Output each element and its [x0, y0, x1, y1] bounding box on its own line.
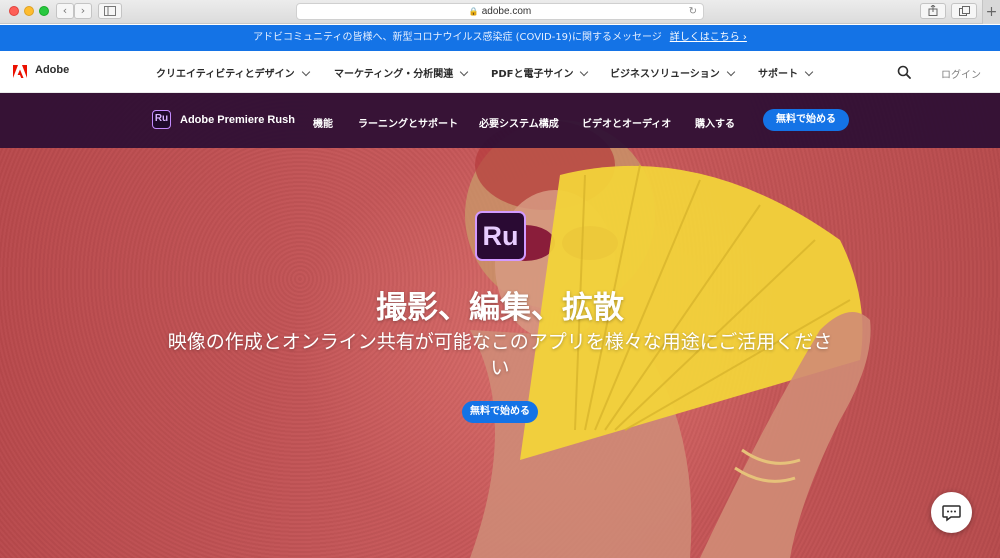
nav-marketing-analytics[interactable]: マーケティング・分析関連	[334, 65, 469, 80]
minimize-window-button[interactable]	[24, 6, 34, 16]
nav-pdf-esign[interactable]: PDFと電子サイン	[491, 65, 589, 80]
adobe-logo-icon[interactable]	[13, 65, 27, 78]
new-tab-button[interactable]: +	[982, 0, 1000, 24]
subnav-video-audio[interactable]: ビデオとオーディオ	[582, 115, 671, 130]
subnav-learning-support[interactable]: ラーニングとサポート	[358, 115, 458, 130]
nav-business-solutions[interactable]: ビジネスソリューション	[610, 65, 736, 80]
share-icon	[928, 4, 938, 16]
hero-title: 撮影、編集、拡散	[376, 290, 624, 326]
nav-label: マーケティング・分析関連	[334, 69, 454, 80]
adobe-wordmark[interactable]: Adobe	[35, 64, 69, 76]
lock-icon: 🔒	[468, 7, 479, 16]
covid-notice-banner: アドビコミュニティの皆様へ、新型コロナウイルス感染症 (COVID-19)に関す…	[0, 25, 1000, 51]
tabs-overview-button[interactable]	[951, 3, 977, 19]
nav-label: PDFと電子サイン	[491, 69, 574, 80]
sidebar-icon	[104, 6, 116, 16]
subnav-features[interactable]: 機能	[313, 115, 333, 130]
hero-free-trial-button[interactable]: 無料で始める	[462, 401, 538, 423]
forward-icon: ›	[80, 4, 86, 17]
subnav-free-trial-button[interactable]: 無料で始める	[763, 109, 849, 131]
zoom-window-button[interactable]	[39, 6, 49, 16]
hero-subtitle: 映像の作成とオンライン共有が可能なこのアプリを様々な用途にご活用ください	[167, 331, 833, 379]
nav-label: ビジネスソリューション	[610, 69, 720, 80]
login-link[interactable]: ログイン	[941, 66, 981, 81]
subnav-buy[interactable]: 購入する	[695, 115, 735, 130]
product-subnav: Ru Adobe Premiere Rush 機能 ラーニングとサポート 必要シ…	[0, 93, 1000, 148]
nav-label: クリエイティビティとデザイン	[156, 69, 295, 80]
nav-creativity-design[interactable]: クリエイティビティとデザイン	[156, 65, 310, 80]
tabs-icon	[958, 6, 970, 16]
premiere-rush-large-icon: Ru	[475, 211, 526, 261]
nav-label: サポート	[758, 69, 798, 80]
back-button[interactable]: ‹	[56, 3, 74, 19]
search-icon[interactable]	[897, 65, 911, 79]
sidebar-toggle-button[interactable]	[98, 3, 122, 19]
product-name[interactable]: Adobe Premiere Rush	[180, 114, 295, 126]
notice-details-link[interactable]: 詳しくはこちら ›	[670, 32, 747, 43]
notice-text: アドビコミュニティの皆様へ、新型コロナウイルス感染症 (COVID-19)に関す…	[253, 32, 662, 43]
plus-icon: +	[985, 4, 998, 20]
chevron-down-icon	[459, 67, 469, 77]
reload-icon[interactable]: ↻	[689, 4, 697, 19]
chevron-down-icon	[726, 67, 736, 77]
nav-support[interactable]: サポート	[758, 65, 814, 80]
premiere-rush-app-icon[interactable]: Ru	[152, 110, 171, 129]
chat-button[interactable]	[931, 492, 972, 533]
address-bar[interactable]: 🔒 adobe.com ↻	[296, 3, 704, 20]
url-text: adobe.com	[481, 6, 532, 17]
close-window-button[interactable]	[9, 6, 19, 16]
subnav-system-requirements[interactable]: 必要システム構成	[479, 115, 559, 130]
forward-button[interactable]: ›	[74, 3, 92, 19]
global-nav: Adobe クリエイティビティとデザイン マーケティング・分析関連 PDFと電子…	[0, 51, 1000, 93]
browser-toolbar: ‹ › 🔒 adobe.com ↻ +	[0, 0, 1000, 24]
chevron-down-icon	[804, 67, 814, 77]
share-button[interactable]	[920, 3, 946, 19]
chat-icon	[942, 505, 961, 522]
chevron-down-icon	[301, 67, 310, 77]
chevron-down-icon	[580, 67, 589, 77]
back-icon: ‹	[62, 4, 68, 17]
